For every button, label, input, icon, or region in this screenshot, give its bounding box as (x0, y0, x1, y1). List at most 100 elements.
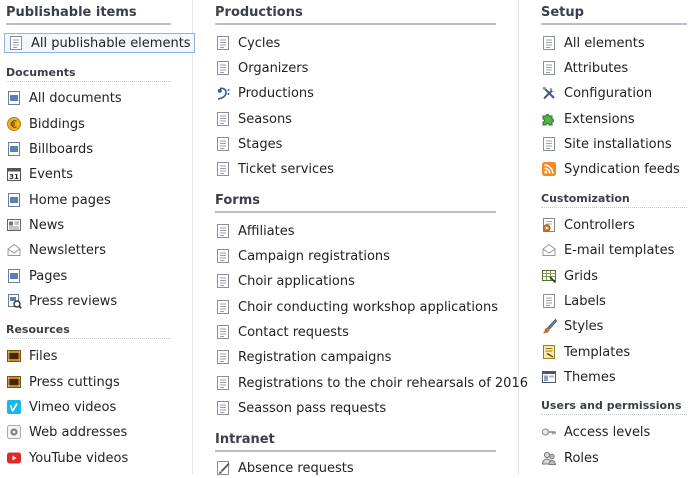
grid-icon (541, 268, 557, 284)
item-press-cuttings[interactable]: Press cuttings (6, 372, 120, 392)
item-label: E-mail templates (564, 242, 675, 258)
item-affiliates[interactable]: Affiliates (215, 221, 295, 241)
page-icon (6, 268, 22, 284)
document-icon (215, 273, 231, 289)
document-icon (215, 324, 231, 340)
item-syndication-feeds[interactable]: Syndication feeds (541, 159, 680, 179)
item-label: Grids (564, 268, 599, 284)
item-label: Billboards (29, 141, 94, 157)
item-stages[interactable]: Stages (215, 134, 282, 154)
item-label: All publishable elements (31, 35, 191, 51)
subsection-rule (541, 414, 687, 415)
item-vimeo-videos[interactable]: Vimeo videos (6, 397, 116, 417)
document-icon (541, 60, 557, 76)
section-rule (215, 450, 496, 452)
item-label: Styles (564, 318, 604, 334)
item-site-installations[interactable]: Site installations (541, 134, 672, 154)
item-home-pages[interactable]: Home pages (6, 190, 111, 210)
item-label: Registration campaigns (238, 349, 392, 365)
column-publishable: Publishable items All publishable elemen… (0, 0, 195, 475)
tools-icon (541, 85, 557, 101)
template-icon (541, 344, 557, 360)
item-label: Campaign registrations (238, 248, 390, 264)
item-templates[interactable]: Templates (541, 342, 630, 362)
item-label: Themes (564, 369, 616, 385)
item-label: Web addresses (29, 424, 128, 440)
item-contact-requests[interactable]: Contact requests (215, 322, 349, 342)
item-web-addresses[interactable]: Web addresses (6, 422, 127, 442)
item-label: Organizers (238, 60, 309, 76)
item-choir-applications[interactable]: Choir applications (215, 271, 355, 291)
item-themes[interactable]: Themes (541, 367, 616, 387)
item-label: Home pages (29, 192, 111, 208)
envelope-icon (541, 242, 557, 258)
item-all-publishable-elements[interactable]: All publishable elements (4, 33, 195, 53)
document-icon (215, 60, 231, 76)
users-icon (541, 450, 557, 466)
section-rule (541, 23, 687, 25)
item-absence-requests[interactable]: Absence requests (215, 458, 354, 478)
item-newsletters[interactable]: Newsletters (6, 240, 106, 260)
item-attributes[interactable]: Attributes (541, 58, 628, 78)
item-all-elements[interactable]: All elements (541, 33, 645, 53)
item-label: YouTube videos (29, 450, 129, 466)
item-cycles[interactable]: Cycles (215, 33, 280, 53)
item-organizers[interactable]: Organizers (215, 58, 308, 78)
item-roles[interactable]: Roles (541, 448, 599, 468)
paintbrush-icon (541, 318, 557, 334)
subsection-title-users-permissions: Users and permissions (541, 399, 682, 412)
item-registrations-choir-rehearsals-2016[interactable]: Registrations to the choir rehearsals of… (215, 373, 528, 393)
item-extensions[interactable]: Extensions (541, 109, 635, 129)
section-rule (6, 23, 171, 25)
item-youtube-videos[interactable]: YouTube videos (6, 448, 128, 468)
item-biddings[interactable]: Biddings (6, 114, 85, 134)
item-label: Seasons (238, 111, 292, 127)
item-registration-campaigns[interactable]: Registration campaigns (215, 347, 391, 367)
item-label: Ticket services (238, 161, 334, 177)
billboard-icon (6, 141, 22, 157)
item-label: Choir conducting workshop applications (238, 299, 498, 315)
item-productions[interactable]: Productions (215, 83, 314, 103)
item-configuration[interactable]: Configuration (541, 83, 652, 103)
item-billboards[interactable]: Billboards (6, 139, 93, 159)
item-email-templates[interactable]: E-mail templates (541, 240, 674, 260)
document-icon (541, 35, 557, 51)
item-label: Biddings (29, 116, 85, 132)
item-news[interactable]: News (6, 215, 64, 235)
item-access-levels[interactable]: Access levels (541, 422, 650, 442)
web-address-icon (6, 424, 22, 440)
item-pages[interactable]: Pages (6, 266, 67, 286)
item-labels[interactable]: Labels (541, 291, 606, 311)
pen-document-icon (215, 460, 231, 476)
item-label: News (29, 217, 65, 233)
item-seasson-pass-requests[interactable]: Seasson pass requests (215, 398, 386, 418)
item-styles[interactable]: Styles (541, 316, 603, 336)
item-label: Labels (564, 293, 606, 309)
item-label: Newsletters (29, 242, 107, 258)
item-campaign-registrations[interactable]: Campaign registrations (215, 246, 390, 266)
item-label: Vimeo videos (29, 399, 117, 415)
item-all-documents[interactable]: All documents (6, 88, 122, 108)
item-controllers[interactable]: Controllers (541, 215, 635, 235)
subsection-title-customization: Customization (541, 192, 630, 205)
item-seasons[interactable]: Seasons (215, 109, 292, 129)
item-ticket-services[interactable]: Ticket services (215, 159, 334, 179)
item-files[interactable]: Files (6, 346, 58, 366)
item-label: Attributes (564, 60, 629, 76)
column-divider (192, 0, 193, 475)
item-label: Events (29, 166, 74, 182)
item-grids[interactable]: Grids (541, 266, 598, 286)
item-label: Syndication feeds (564, 161, 680, 177)
item-events[interactable]: Events (6, 164, 73, 184)
document-icon (215, 223, 231, 239)
section-rule (215, 23, 496, 25)
home-page-icon (6, 192, 22, 208)
section-rule (215, 211, 496, 213)
item-press-reviews[interactable]: Press reviews (6, 291, 117, 311)
subsection-title-resources: Resources (6, 323, 70, 336)
item-choir-conducting-workshop-applications[interactable]: Choir conducting workshop applications (215, 297, 498, 317)
rss-icon (541, 161, 557, 177)
item-label: Cycles (238, 35, 281, 51)
controller-icon (541, 217, 557, 233)
item-label: Seasson pass requests (238, 400, 387, 416)
